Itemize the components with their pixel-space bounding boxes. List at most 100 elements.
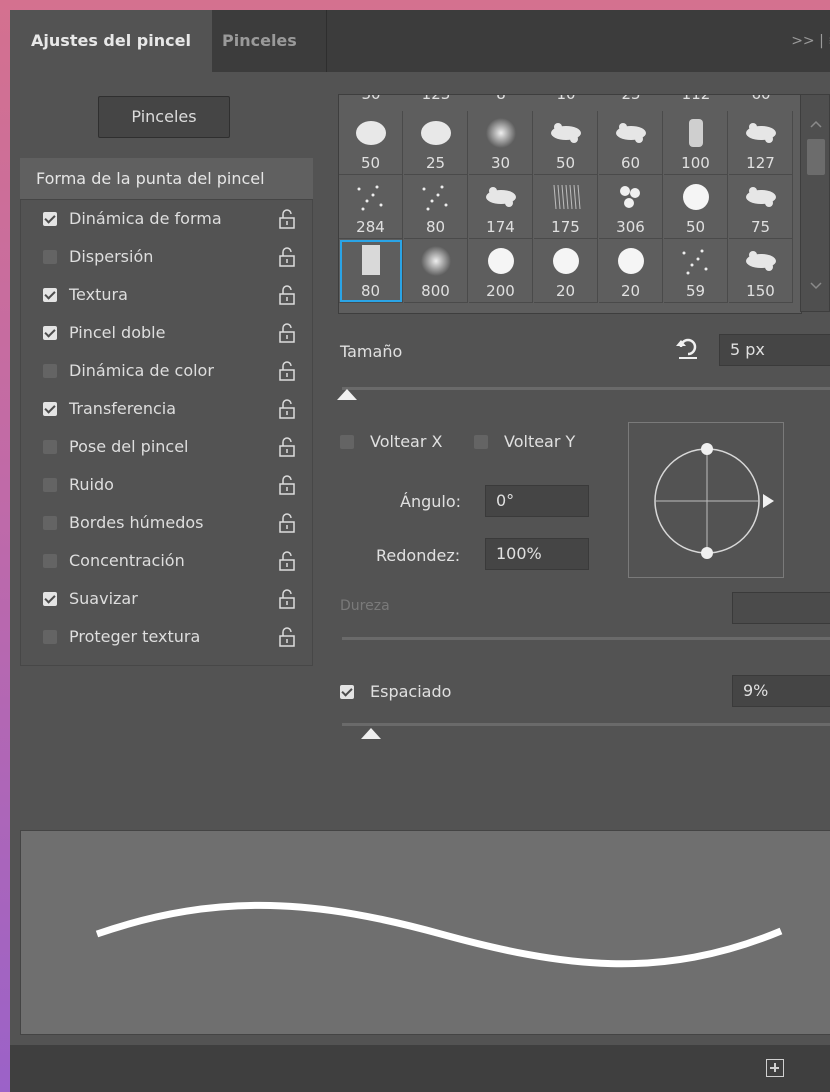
brush-option-row[interactable]: Dispersión (21, 238, 314, 276)
lock-icon[interactable] (277, 361, 297, 381)
brush-preset-cell[interactable]: 20 (599, 239, 663, 303)
brush-preset-cell[interactable]: 80 (339, 239, 403, 303)
brush-option-row[interactable]: Concentración (21, 542, 314, 580)
brush-option-row[interactable]: Pose del pincel (21, 428, 314, 466)
brushes-button[interactable]: Pinceles (98, 96, 230, 138)
brush-option-row[interactable]: Dinámica de forma (21, 200, 314, 238)
option-label[interactable]: Pincel doble (69, 314, 165, 352)
brush-preset-cell[interactable]: 50 (339, 111, 403, 175)
option-label[interactable]: Dinámica de color (69, 352, 214, 390)
angle-input[interactable]: 0° (485, 485, 589, 517)
brush-angle-dial-icon[interactable] (629, 423, 785, 579)
brush-option-row[interactable]: Textura (21, 276, 314, 314)
brush-option-row[interactable]: Bordes húmedos (21, 504, 314, 542)
scroll-up-icon[interactable] (801, 109, 830, 139)
lock-icon[interactable] (277, 551, 297, 571)
lock-icon[interactable] (277, 437, 297, 457)
option-checkbox[interactable] (43, 326, 57, 340)
brush-preset-cell[interactable]: 284 (339, 175, 403, 239)
brush-preset-cell[interactable]: 59 (664, 239, 728, 303)
brush-preset-cell[interactable]: 50 (664, 175, 728, 239)
lock-icon[interactable] (277, 247, 297, 267)
brush-preset-cell[interactable]: 20 (534, 239, 598, 303)
lock-icon[interactable] (277, 589, 297, 609)
roundness-input[interactable]: 100% (485, 538, 589, 570)
option-label[interactable]: Dinámica de forma (69, 200, 222, 238)
option-label[interactable]: Bordes húmedos (69, 504, 203, 542)
option-label[interactable]: Concentración (69, 542, 185, 580)
brush-preset-cell[interactable]: 127 (729, 111, 793, 175)
size-slider-thumb[interactable] (336, 389, 357, 400)
brush-preset-cell[interactable]: 150 (729, 239, 793, 303)
spacing-input[interactable]: 9% (732, 675, 830, 707)
option-checkbox[interactable] (43, 554, 57, 568)
brush-preset-cell[interactable]: 30 (469, 111, 533, 175)
reset-size-icon[interactable] (675, 336, 701, 360)
size-input[interactable]: 5 px (719, 334, 830, 366)
size-slider[interactable] (342, 387, 830, 390)
option-checkbox[interactable] (43, 250, 57, 264)
lock-icon[interactable] (277, 285, 297, 305)
brush-preset-cell[interactable]: 200 (469, 239, 533, 303)
option-checkbox[interactable] (43, 212, 57, 226)
spacing-slider-thumb[interactable] (360, 728, 381, 739)
brush-preset-cell[interactable]: 75 (729, 175, 793, 239)
lock-icon[interactable] (277, 323, 297, 343)
hardness-input (732, 592, 830, 624)
lock-icon[interactable] (277, 475, 297, 495)
scroll-thumb[interactable] (807, 139, 825, 175)
brush-option-row[interactable]: Suavizar (21, 580, 314, 618)
brush-option-row[interactable]: Transferencia (21, 390, 314, 428)
tab-brush-settings[interactable]: Ajustes del pincel (10, 10, 212, 72)
brush-preset-cell[interactable]: 800 (404, 239, 468, 303)
option-checkbox[interactable] (43, 440, 57, 454)
option-label[interactable]: Dispersión (69, 238, 153, 276)
option-checkbox[interactable] (43, 364, 57, 378)
create-new-brush-icon[interactable] (766, 1059, 784, 1077)
brush-option-row[interactable]: Ruido (21, 466, 314, 504)
angle-roundness-widget[interactable] (628, 422, 784, 578)
option-label[interactable]: Suavizar (69, 580, 138, 618)
brush-size-label: 25 (425, 154, 446, 172)
option-label[interactable]: Textura (69, 276, 128, 314)
option-label[interactable]: Proteger textura (69, 618, 200, 656)
brush-tip-shape-item[interactable]: Forma de la punta del pincel (20, 158, 313, 200)
lock-icon[interactable] (277, 627, 297, 647)
brush-preset-cell[interactable]: 100 (664, 111, 728, 175)
brush-preset-cell[interactable]: 60 (599, 111, 663, 175)
brush-tip-icon (620, 186, 640, 208)
lock-icon[interactable] (277, 399, 297, 419)
brush-preset-cell[interactable]: 50 (534, 111, 598, 175)
brush-options-list: Dinámica de forma Dispersión Textura Pincel… (20, 200, 313, 666)
brush-option-row[interactable]: Pincel doble (21, 314, 314, 352)
flip-x-checkbox[interactable] (340, 435, 354, 449)
brush-size-label: 75 (750, 218, 771, 236)
option-label[interactable]: Transferencia (69, 390, 176, 428)
tab-brushes[interactable]: Pinceles (222, 10, 332, 72)
brush-option-row[interactable]: Proteger textura (21, 618, 314, 656)
spacing-slider[interactable] (342, 723, 830, 726)
brush-preset-cell[interactable]: 174 (469, 175, 533, 239)
lock-icon[interactable] (277, 209, 297, 229)
spacing-checkbox[interactable] (340, 685, 354, 699)
brush-option-row[interactable]: Dinámica de color (21, 352, 314, 390)
option-label[interactable]: Ruido (69, 466, 114, 504)
option-checkbox[interactable] (43, 592, 57, 606)
brush-preset-cell[interactable]: 25 (404, 111, 468, 175)
brush-preset-cell[interactable]: 80 (404, 175, 468, 239)
option-checkbox[interactable] (43, 516, 57, 530)
option-checkbox[interactable] (43, 402, 57, 416)
panel-menu-icon[interactable]: >> | ≡ (791, 10, 830, 72)
size-label: Tamaño (340, 342, 403, 361)
lock-icon[interactable] (277, 513, 297, 533)
option-checkbox[interactable] (43, 288, 57, 302)
brush-grid-scrollbar[interactable] (800, 94, 830, 312)
brush-preset-cell[interactable]: 306 (599, 175, 663, 239)
option-label[interactable]: Pose del pincel (69, 428, 189, 466)
brush-tip-icon (421, 121, 451, 145)
brush-preset-cell[interactable]: 175 (534, 175, 598, 239)
option-checkbox[interactable] (43, 478, 57, 492)
scroll-down-icon[interactable] (801, 271, 830, 301)
flip-y-checkbox[interactable] (474, 435, 488, 449)
option-checkbox[interactable] (43, 630, 57, 644)
